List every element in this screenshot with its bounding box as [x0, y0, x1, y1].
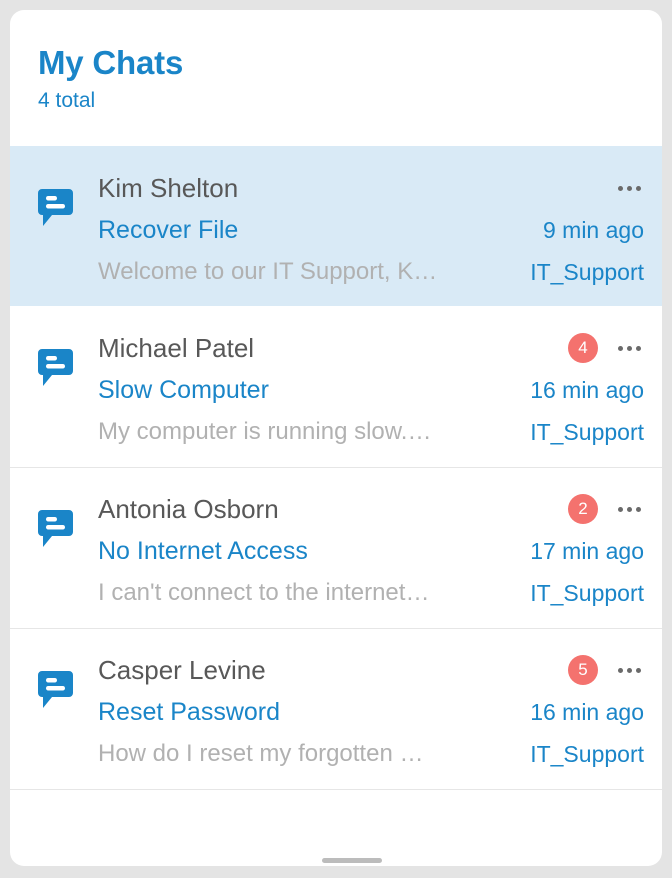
chat-contact-name: Kim Shelton — [98, 173, 239, 203]
chat-bubble-icon — [38, 671, 98, 716]
chat-text-block: Kim Shelton Recover File Welcome to our IT… — [98, 166, 474, 293]
chat-channel-label: IT_Support — [530, 419, 644, 445]
my-chats-card: My Chats 4 total Kim Shelton Recover File… — [10, 10, 662, 866]
chat-subject[interactable]: Reset Password — [98, 691, 474, 733]
chat-timestamp: 16 min ago — [530, 377, 644, 403]
chat-count-label: 4 total — [38, 89, 96, 112]
list-end-divider — [10, 789, 662, 790]
chat-preview-text: How do I reset my forgotten … — [98, 740, 424, 767]
chat-contact-name: Casper Levine — [98, 655, 266, 685]
chat-meta-top: 5 — [474, 649, 644, 691]
chat-channel-label: IT_Support — [530, 580, 644, 606]
unread-count-badge: 4 — [568, 333, 598, 363]
chat-meta-block: 9 min ago IT_Support — [474, 166, 644, 293]
more-horizontal-icon[interactable] — [614, 333, 644, 363]
chat-icon-cell — [38, 166, 98, 234]
chat-preview-text: My computer is running slow.… — [98, 418, 432, 445]
chat-preview-text: I can't connect to the internet… — [98, 579, 430, 606]
chat-list: Kim Shelton Recover File Welcome to our IT… — [10, 146, 662, 789]
chat-timestamp: 17 min ago — [530, 538, 644, 564]
chat-meta-top: 4 — [474, 327, 644, 369]
chat-meta-block: 2 17 min ago IT_Support — [474, 487, 644, 614]
chat-icon-cell — [38, 648, 98, 716]
chat-channel-label: IT_Support — [530, 741, 644, 767]
chat-list-item[interactable]: Michael Patel Slow Computer My computer is… — [10, 306, 662, 467]
chat-icon-cell — [38, 326, 98, 394]
chat-icon-cell — [38, 487, 98, 555]
chat-timestamp: 16 min ago — [530, 699, 644, 725]
chat-bubble-icon — [38, 189, 98, 234]
chat-meta-top — [474, 167, 644, 209]
chat-timestamp: 9 min ago — [542, 217, 644, 243]
chat-meta-block: 5 16 min ago IT_Support — [474, 648, 644, 775]
chat-list-item[interactable]: Antonia Osborn No Internet Access I can't … — [10, 467, 662, 628]
chat-channel-label: IT_Support — [530, 259, 644, 285]
more-horizontal-icon[interactable] — [614, 173, 644, 203]
card-header: My Chats 4 total — [10, 10, 662, 146]
more-horizontal-icon[interactable] — [614, 494, 644, 524]
chat-meta-block: 4 16 min ago IT_Support — [474, 326, 644, 453]
chat-text-block: Michael Patel Slow Computer My computer is… — [98, 326, 474, 453]
chat-subject[interactable]: Recover File — [98, 209, 474, 251]
chat-meta-top: 2 — [474, 488, 644, 530]
chat-subject[interactable]: Slow Computer — [98, 369, 474, 411]
more-horizontal-icon[interactable] — [614, 655, 644, 685]
chat-bubble-icon — [38, 510, 98, 555]
chat-text-block: Casper Levine Reset Password How do I rese… — [98, 648, 474, 775]
chat-contact-name: Michael Patel — [98, 333, 255, 363]
chat-preview-text: Welcome to our IT Support, K… — [98, 258, 438, 285]
scrollbar-thumb[interactable] — [322, 858, 382, 863]
chat-bubble-icon — [38, 349, 98, 394]
chat-list-item[interactable]: Casper Levine Reset Password How do I rese… — [10, 628, 662, 789]
unread-count-badge: 2 — [568, 494, 598, 524]
unread-count-badge: 5 — [568, 655, 598, 685]
chat-contact-name: Antonia Osborn — [98, 494, 279, 524]
chat-subject[interactable]: No Internet Access — [98, 530, 474, 572]
chat-text-block: Antonia Osborn No Internet Access I can't … — [98, 487, 474, 614]
chat-list-item[interactable]: Kim Shelton Recover File Welcome to our IT… — [10, 146, 662, 306]
page-title: My Chats — [38, 44, 184, 81]
